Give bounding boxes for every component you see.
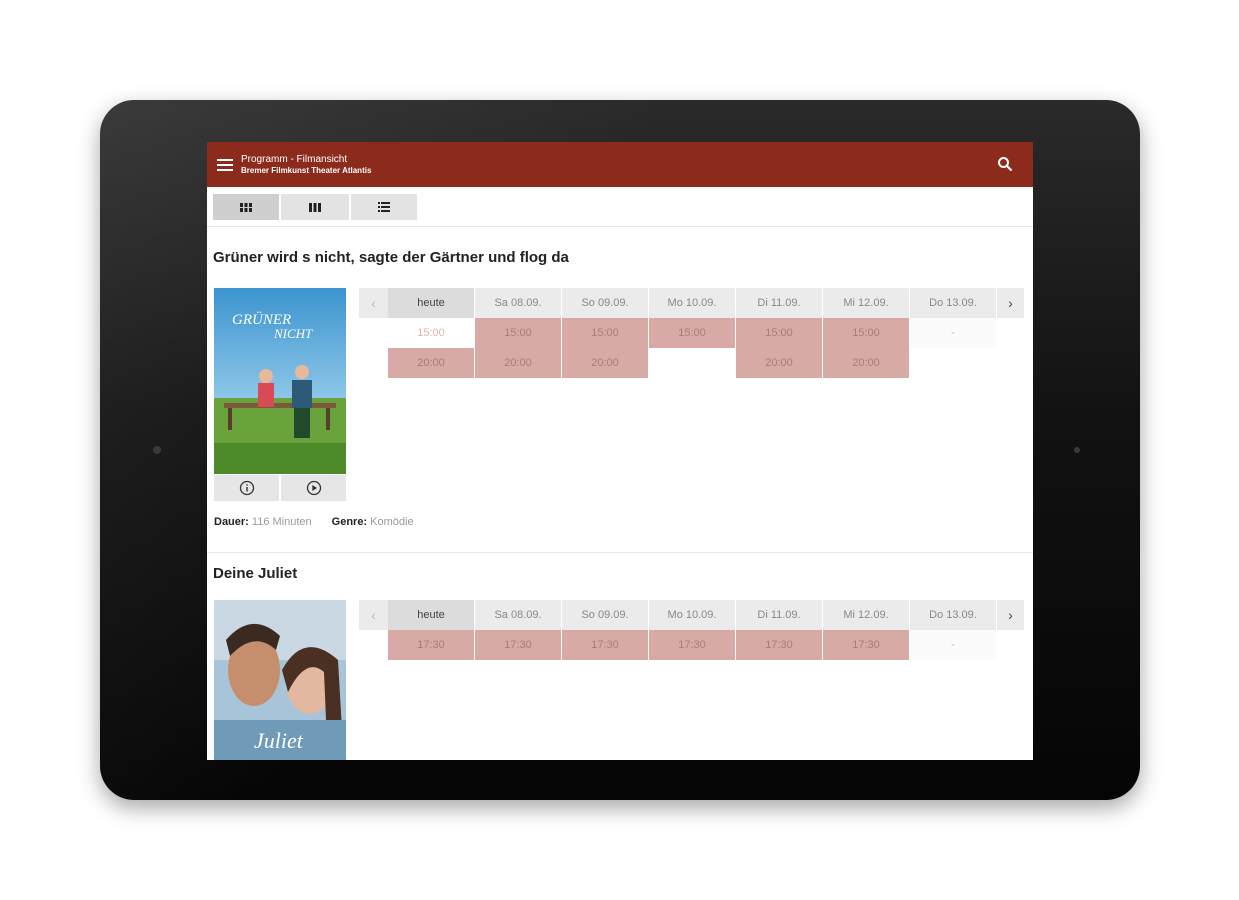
- film-card: Deine Juliet Juliet ‹ heute Sa 08.09. So 09…: [207, 552, 1033, 760]
- play-icon: [306, 480, 321, 496]
- showtime-row: 20:00 20:00 20:00 20:00 20:00: [359, 348, 1027, 378]
- duration-info: Dauer: 116 Minuten: [214, 516, 312, 528]
- genre-value: Komödie: [370, 516, 414, 528]
- film-title[interactable]: Grüner wird s nicht, sagte der Gärtner u…: [213, 227, 1027, 283]
- day-header[interactable]: Di 11.09.: [736, 600, 823, 630]
- showtime-schedule: ‹ heute Sa 08.09. So 09.09. Mo 10.09. Di 11.0…: [359, 288, 1027, 378]
- showtime-row: 17:30 17:30 17:30 17:30 17:30 17:30-: [359, 630, 1027, 660]
- day-header[interactable]: Sa 08.09.: [475, 288, 562, 318]
- app-title: Programm - Filmansicht: [241, 153, 348, 165]
- showtime-slot[interactable]: 17:30: [388, 630, 475, 660]
- schedule-header: ‹ heute Sa 08.09. So 09.09. Mo 10.09. Di 11.0…: [359, 600, 1027, 630]
- prev-days-button[interactable]: ‹: [359, 600, 388, 630]
- film-meta: Dauer: 116 Minuten Genre: Komödie: [214, 516, 414, 528]
- showtime-slot[interactable]: 15:00: [562, 318, 649, 348]
- next-days-button[interactable]: ›: [997, 288, 1024, 318]
- day-header[interactable]: Mi 12.09.: [823, 600, 910, 630]
- view-mode-bar: [207, 187, 1033, 227]
- day-header[interactable]: Do 13.09.: [910, 288, 997, 318]
- genre-info: Genre: Komödie: [332, 516, 414, 528]
- showtime-row: 15:00 15:00 15:00 15:00 15:00 15:00-: [359, 318, 1027, 348]
- grid-view-button[interactable]: [213, 194, 279, 220]
- showtime-slot[interactable]: 17:30: [475, 630, 562, 660]
- day-header[interactable]: So 09.09.: [562, 288, 649, 318]
- schedule-header: ‹ heute Sa 08.09. So 09.09. Mo 10.09. Di 11.0…: [359, 288, 1027, 318]
- showtime-slot[interactable]: 15:00: [475, 318, 562, 348]
- next-days-button[interactable]: ›: [997, 600, 1024, 630]
- day-header[interactable]: Di 11.09.: [736, 288, 823, 318]
- duration-label: Dauer:: [214, 516, 249, 528]
- empty-slot: [649, 348, 736, 378]
- app-bar: Programm - Filmansicht Bremer Filmkunst …: [207, 142, 1033, 187]
- showtime-slot[interactable]: 17:30: [823, 630, 910, 660]
- showtime-slot[interactable]: 15:00: [823, 318, 910, 348]
- day-header[interactable]: heute: [388, 288, 475, 318]
- day-header[interactable]: Sa 08.09.: [475, 600, 562, 630]
- showtime-slot[interactable]: 17:30: [736, 630, 823, 660]
- trailer-button[interactable]: [281, 475, 346, 501]
- showtime-slot[interactable]: 20:00: [823, 348, 910, 378]
- day-header[interactable]: Mo 10.09.: [649, 600, 736, 630]
- showtime-slot[interactable]: 20:00: [388, 348, 475, 378]
- info-button[interactable]: [214, 475, 279, 501]
- empty-slot: -: [910, 630, 997, 660]
- columns-view-icon: [309, 202, 321, 212]
- showtime-slot[interactable]: 17:30: [562, 630, 649, 660]
- svg-text:NICHT: NICHT: [273, 326, 313, 341]
- film-poster[interactable]: GRÜNER NICHT: [214, 288, 346, 474]
- columns-view-button[interactable]: [281, 194, 349, 220]
- day-header[interactable]: Do 13.09.: [910, 600, 997, 630]
- showtime-slot[interactable]: 15:00: [388, 318, 475, 348]
- poster-actions: [214, 475, 346, 501]
- info-icon: [239, 480, 254, 496]
- showtime-slot[interactable]: 20:00: [475, 348, 562, 378]
- showtime-slot[interactable]: 15:00: [736, 318, 823, 348]
- day-header[interactable]: Mi 12.09.: [823, 288, 910, 318]
- list-view-button[interactable]: [351, 194, 417, 220]
- app-subtitle: Bremer Filmkunst Theater Atlantis: [241, 165, 372, 175]
- day-header[interactable]: So 09.09.: [562, 600, 649, 630]
- day-header[interactable]: Mo 10.09.: [649, 288, 736, 318]
- poster-title-text: Juliet: [254, 728, 304, 753]
- showtime-slot[interactable]: 15:00: [649, 318, 736, 348]
- app-titles: Programm - Filmansicht Bremer Filmkunst …: [241, 154, 371, 176]
- film-poster[interactable]: Juliet: [214, 600, 346, 760]
- search-icon[interactable]: [997, 156, 1013, 172]
- day-header[interactable]: heute: [388, 600, 475, 630]
- prev-days-button[interactable]: ‹: [359, 288, 388, 318]
- showtime-slot[interactable]: 20:00: [736, 348, 823, 378]
- showtime-slot[interactable]: 20:00: [562, 348, 649, 378]
- empty-slot: [910, 348, 997, 378]
- tablet-sensor-left: [153, 446, 161, 454]
- duration-value: 116 Minuten: [251, 516, 312, 528]
- tablet-sensor-right: [1074, 447, 1080, 453]
- showtime-schedule: ‹ heute Sa 08.09. So 09.09. Mo 10.09. Di 11.0…: [359, 600, 1027, 660]
- empty-slot: -: [910, 318, 997, 348]
- hamburger-menu-icon[interactable]: [217, 158, 233, 171]
- film-title[interactable]: Deine Juliet: [213, 552, 1027, 599]
- showtime-slot[interactable]: 17:30: [649, 630, 736, 660]
- grid-view-icon: [240, 202, 252, 212]
- app-screen: Programm - Filmansicht Bremer Filmkunst …: [207, 142, 1033, 760]
- film-card: Grüner wird s nicht, sagte der Gärtner u…: [207, 227, 1033, 552]
- genre-label: Genre:: [331, 516, 368, 528]
- list-view-icon: [378, 202, 390, 212]
